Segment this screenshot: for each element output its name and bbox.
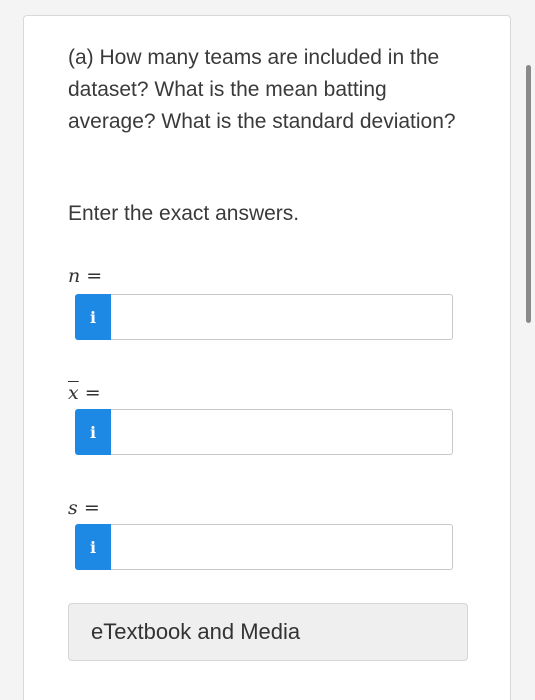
etextbook-media-button[interactable]: eTextbook and Media [68,603,468,661]
info-icon[interactable]: i [75,294,111,340]
answer-input-s[interactable] [111,524,453,570]
variable-symbol: s [68,497,78,519]
answer-input-xbar[interactable] [111,409,453,455]
equals-sign: = [83,497,100,519]
answer-row-s: i [75,524,453,570]
instruction-text: Enter the exact answers. [68,202,300,225]
answer-input-n[interactable] [111,294,453,340]
equals-sign: = [84,382,101,404]
variable-label-s: s = [68,496,100,520]
equals-sign: = [86,265,103,287]
variable-symbol: x [68,382,79,404]
scrollbar[interactable] [526,65,531,323]
question-card: (a) How many teams are included in the d… [23,15,511,700]
info-icon[interactable]: i [75,409,111,455]
variable-label-xbar: x = [68,381,101,405]
answer-row-xbar: i [75,409,453,455]
info-icon[interactable]: i [75,524,111,570]
answer-row-n: i [75,294,453,340]
variable-symbol: n [68,265,81,287]
question-text: (a) How many teams are included in the d… [68,46,456,133]
page: (a) How many teams are included in the d… [0,0,535,700]
variable-label-n: n = [68,264,102,288]
